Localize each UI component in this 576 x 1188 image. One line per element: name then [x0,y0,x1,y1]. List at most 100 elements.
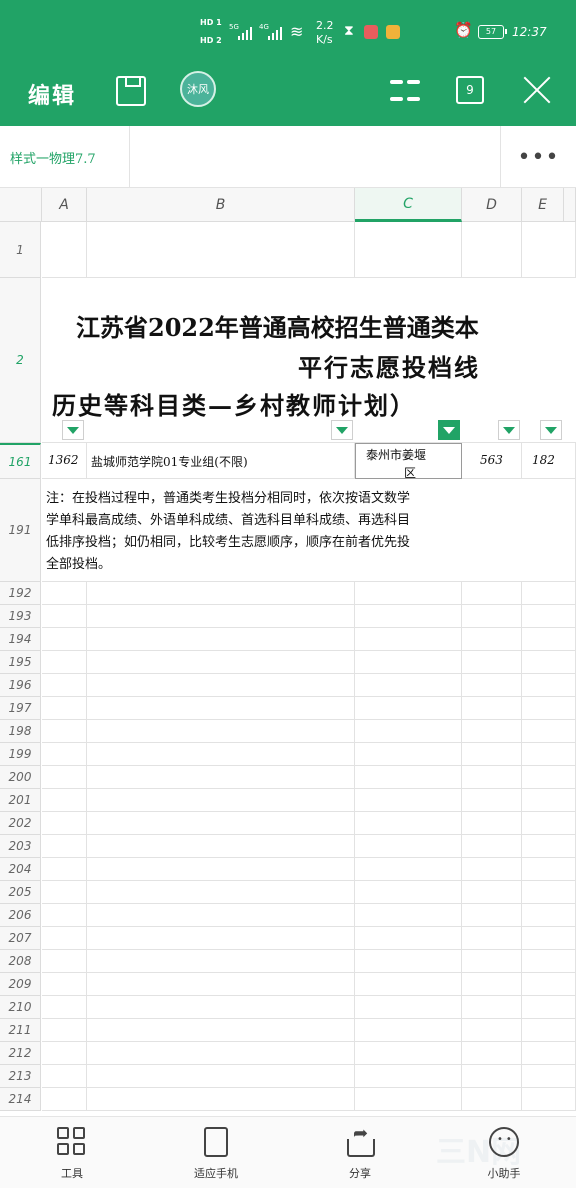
cell-a193[interactable] [42,605,87,628]
row-header-207[interactable]: 207 [0,927,41,950]
cell-a161[interactable]: 1362 [42,443,87,479]
row-header-202[interactable]: 202 [0,812,41,835]
filter-dropdown-e[interactable] [540,420,562,440]
tools-button[interactable]: 工具 [22,1117,122,1188]
cell-d204[interactable] [462,858,522,881]
cell-a197[interactable] [42,697,87,720]
column-header-f[interactable] [564,188,576,222]
cell-e199[interactable] [522,743,576,766]
cell-b198[interactable] [87,720,355,743]
cell-c205[interactable] [355,881,462,904]
select-all-corner[interactable] [0,188,42,222]
cell-d196[interactable] [462,674,522,697]
cell-a206[interactable] [42,904,87,927]
cell-b211[interactable] [87,1019,355,1042]
cell-c192[interactable] [355,582,462,605]
cell-c196[interactable] [355,674,462,697]
cell-c213[interactable] [355,1065,462,1088]
apps-grid-icon[interactable] [390,75,420,105]
cell-d200[interactable] [462,766,522,789]
cell-c212[interactable] [355,1042,462,1065]
cell-e208[interactable] [522,950,576,973]
cell-b199[interactable] [87,743,355,766]
row-header-203[interactable]: 203 [0,835,41,858]
cell-a209[interactable] [42,973,87,996]
cell-d197[interactable] [462,697,522,720]
row-header-1[interactable]: 1 [0,222,41,278]
cell-a208[interactable] [42,950,87,973]
cell-d214[interactable] [462,1088,522,1111]
cell-b203[interactable] [87,835,355,858]
cell-a1[interactable] [42,222,87,278]
row-header-193[interactable]: 193 [0,605,41,628]
row-header-2[interactable]: 2 [0,278,41,443]
row-header-191[interactable]: 191 [0,479,41,582]
cell-e202[interactable] [522,812,576,835]
cell-c208[interactable] [355,950,462,973]
row-header-208[interactable]: 208 [0,950,41,973]
cell-a195[interactable] [42,651,87,674]
cell-c211[interactable] [355,1019,462,1042]
spreadsheet-grid[interactable]: A B C D E 1 2 江苏省2022年普通高校招生普通类本 平行志愿投档线… [0,188,576,1116]
cell-a211[interactable] [42,1019,87,1042]
cell-d203[interactable] [462,835,522,858]
row-header-192[interactable]: 192 [0,582,41,605]
cell-d192[interactable] [462,582,522,605]
cell-d207[interactable] [462,927,522,950]
cell-b212[interactable] [87,1042,355,1065]
cell-e200[interactable] [522,766,576,789]
row-header-201[interactable]: 201 [0,789,41,812]
row-header-206[interactable]: 206 [0,904,41,927]
cell-b204[interactable] [87,858,355,881]
more-icon[interactable]: ••• [500,126,576,188]
cell-d209[interactable] [462,973,522,996]
cell-c206[interactable] [355,904,462,927]
cell-d199[interactable] [462,743,522,766]
cell-d208[interactable] [462,950,522,973]
row-header-213[interactable]: 213 [0,1065,41,1088]
cell-d161[interactable]: 563 [462,443,522,479]
column-header-c[interactable]: C [355,188,462,222]
cell-c210[interactable] [355,996,462,1019]
cell-a202[interactable] [42,812,87,835]
cell-b201[interactable] [87,789,355,812]
row-header-214[interactable]: 214 [0,1088,41,1111]
cell-d201[interactable] [462,789,522,812]
row-header-211[interactable]: 211 [0,1019,41,1042]
column-header-a[interactable]: A [42,188,87,222]
cell-e206[interactable] [522,904,576,927]
cell-d213[interactable] [462,1065,522,1088]
cell-b210[interactable] [87,996,355,1019]
cell-b200[interactable] [87,766,355,789]
cell-a212[interactable] [42,1042,87,1065]
cell-c161[interactable]: 泰州市姜堰 区 [355,443,462,479]
cell-a210[interactable] [42,996,87,1019]
cell-e192[interactable] [522,582,576,605]
filter-dropdown-a[interactable] [62,420,84,440]
cell-c195[interactable] [355,651,462,674]
column-header-e[interactable]: E [522,188,564,222]
cell-e211[interactable] [522,1019,576,1042]
cell-e161[interactable]: 182 [522,443,576,479]
column-header-b[interactable]: B [87,188,355,222]
cell-e194[interactable] [522,628,576,651]
cell-e196[interactable] [522,674,576,697]
cell-e193[interactable] [522,605,576,628]
cell-d193[interactable] [462,605,522,628]
cell-d194[interactable] [462,628,522,651]
cell-d1[interactable] [462,222,522,278]
cell-b208[interactable] [87,950,355,973]
cell-a198[interactable] [42,720,87,743]
row-header-197[interactable]: 197 [0,697,41,720]
cell-a196[interactable] [42,674,87,697]
sheet-count-button[interactable]: 9 [456,76,484,104]
save-icon[interactable] [116,76,146,106]
cell-c199[interactable] [355,743,462,766]
cell-b207[interactable] [87,927,355,950]
cell-e214[interactable] [522,1088,576,1111]
cell-d195[interactable] [462,651,522,674]
sheet-tab-current[interactable]: 样式一物理7.7 [0,126,130,188]
cell-b1[interactable] [87,222,355,278]
cell-e197[interactable] [522,697,576,720]
cell-c203[interactable] [355,835,462,858]
